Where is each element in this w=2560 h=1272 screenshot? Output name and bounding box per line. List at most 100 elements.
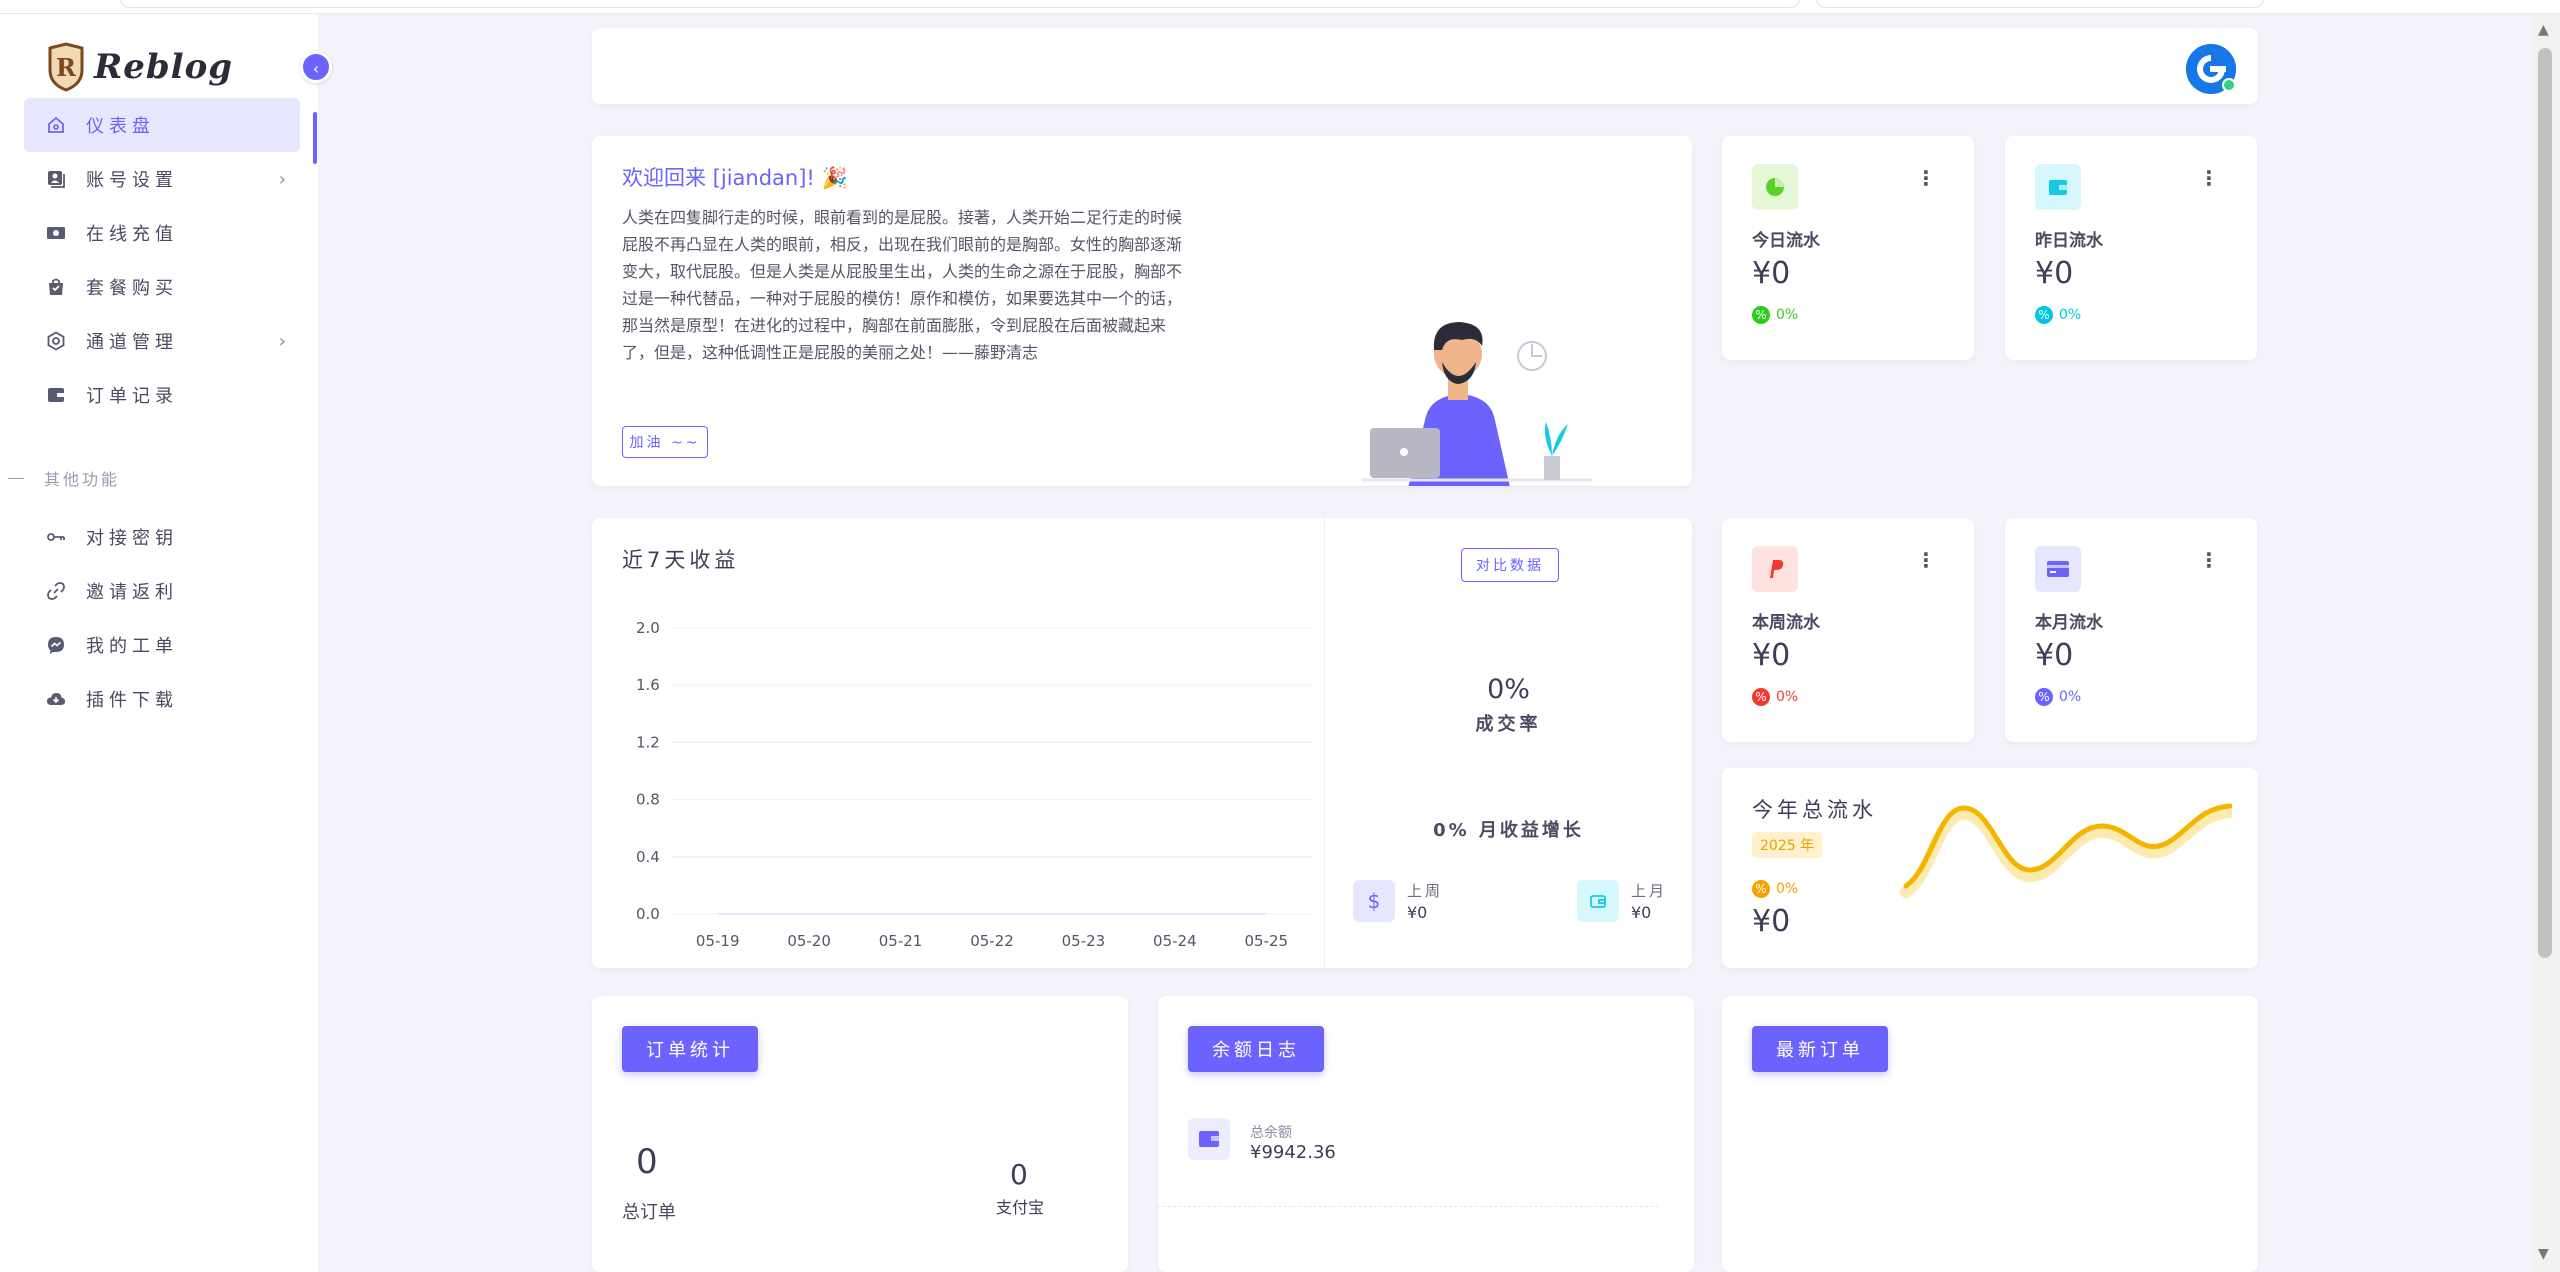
scroll-down-icon[interactable]: ▼ xyxy=(2538,1246,2549,1262)
pie-chart-icon xyxy=(1752,164,1798,210)
cloud-download-icon xyxy=(46,689,66,709)
balance-log-button[interactable]: 余额日志 xyxy=(1188,1026,1324,1072)
trend-value: 0% xyxy=(2059,689,2082,705)
sidebar-item-tickets[interactable]: 我的工单 xyxy=(24,618,300,672)
trend-badge-icon: % xyxy=(2035,688,2053,706)
stat-trend: % 0% xyxy=(2035,306,2081,324)
browser-top-strip xyxy=(0,0,2560,14)
latest-orders-button[interactable]: 最新订单 xyxy=(1752,1026,1888,1072)
messenger-icon xyxy=(46,635,66,655)
revenue-line-chart: 0.0 0.4 0.8 1.2 1.6 2.0 05-19 05-20 05-21 05-22 05… xyxy=(636,619,1312,950)
dollar-icon: $ xyxy=(1353,880,1395,922)
paypal-icon xyxy=(1752,546,1798,592)
yearly-title: 今年总流水 xyxy=(1752,798,1877,822)
wallet-icon xyxy=(1577,880,1619,922)
stat-label: 昨日流水 xyxy=(2035,231,2103,251)
top-search-bar[interactable] xyxy=(120,0,1800,8)
sidebar-item-api-key[interactable]: 对接密钥 xyxy=(24,510,300,564)
sidebar-item-dashboard[interactable]: 仪表盘 xyxy=(24,98,300,152)
home-icon xyxy=(46,115,66,135)
link-icon xyxy=(46,581,66,601)
last-week-summary: $ 上周 ¥0 xyxy=(1353,880,1443,922)
compare-data-button[interactable]: 对比数据 xyxy=(1461,548,1559,582)
account-icon xyxy=(46,169,66,189)
wallet-icon xyxy=(2035,164,2081,210)
welcome-card: 欢迎回来 [jiandan]! 🎉 人类在四隻脚行走的时候，眼前看到的是屁股。接… xyxy=(592,136,1692,486)
avatar[interactable] xyxy=(2186,44,2236,94)
sidebar-item-label: 对接密钥 xyxy=(86,528,178,549)
alipay-orders-value: 0 xyxy=(1010,1158,1028,1191)
last-week-label: 上周 xyxy=(1407,882,1444,900)
x-tick-label: 05-21 xyxy=(879,932,923,950)
logo-shield-icon: R xyxy=(48,42,84,92)
x-tick-label: 05-22 xyxy=(970,932,1014,950)
sidebar-item-label: 仪表盘 xyxy=(86,116,155,137)
sidebar-item-label: 账号设置 xyxy=(86,170,178,191)
conversion-rate-value: 0% xyxy=(1487,674,1530,705)
sidebar-item-label: 插件下载 xyxy=(86,690,178,711)
more-options-icon[interactable]: ⋮ xyxy=(2199,166,2219,190)
developer-illustration-icon xyxy=(1362,322,1592,486)
trend-badge-icon: % xyxy=(1752,880,1770,898)
trend-value: 0% xyxy=(2059,307,2082,323)
top-secondary-bar[interactable] xyxy=(1816,0,2264,8)
trend-value: 0% xyxy=(1776,881,1799,897)
yearly-sparkline xyxy=(1900,803,2232,898)
balance-divider xyxy=(1158,1206,1658,1207)
yearly-revenue-card: 今年总流水 2025 年 % 0% ¥0 xyxy=(1722,768,2258,968)
balance-log-card: 余额日志 总余额 ¥9942.36 xyxy=(1158,996,1694,1272)
brand-logo[interactable]: R Reblog xyxy=(46,42,233,92)
y-tick-label: 0.0 xyxy=(636,905,660,923)
stat-card-week: ⋮ 本周流水 ¥0 % 0% xyxy=(1722,518,1974,742)
chevron-left-icon: ‹ xyxy=(312,59,320,78)
section-title-text: 其他功能 xyxy=(44,470,121,489)
stat-trend: % 0% xyxy=(2035,688,2081,706)
more-options-icon[interactable]: ⋮ xyxy=(1916,166,1936,190)
sidebar-item-plugin-download[interactable]: 插件下载 xyxy=(24,672,300,726)
more-options-icon[interactable]: ⋮ xyxy=(2199,548,2219,572)
last-month-summary: 上月 ¥0 xyxy=(1577,880,1667,922)
chevron-right-icon: › xyxy=(278,331,286,352)
scroll-up-icon[interactable]: ▲ xyxy=(2538,22,2549,38)
money-icon xyxy=(46,223,66,243)
year-badge: 2025 年 xyxy=(1752,832,1823,858)
y-tick-label: 2.0 xyxy=(636,619,660,637)
sidebar-item-invite[interactable]: 邀请返利 xyxy=(24,564,300,618)
sidebar-section-title: 其他功能 xyxy=(8,466,120,490)
trend-badge-icon: % xyxy=(1752,688,1770,706)
total-balance-value: ¥9942.36 xyxy=(1250,1142,1336,1163)
brand-name: Reblog xyxy=(94,47,234,87)
svg-text:R: R xyxy=(56,53,77,82)
order-stats-button[interactable]: 订单统计 xyxy=(622,1026,758,1072)
stat-card-today: ⋮ 今日流水 ¥0 % 0% xyxy=(1722,136,1974,360)
y-tick-label: 0.4 xyxy=(636,848,660,866)
sidebar-item-label: 订单记录 xyxy=(86,386,178,407)
stat-trend: % 0% xyxy=(1752,688,1798,706)
welcome-title: 欢迎回来 [jiandan]! 🎉 xyxy=(622,166,848,190)
last-month-label: 上月 xyxy=(1631,882,1668,900)
last-month-value: ¥0 xyxy=(1631,903,1652,922)
trend-value: 0% xyxy=(1776,689,1799,705)
total-orders-label: 总订单 xyxy=(622,1202,676,1223)
sidebar-item-account-settings[interactable]: 账号设置 › xyxy=(24,152,300,206)
scrollbar-thumb[interactable] xyxy=(2538,48,2552,958)
stat-value: ¥0 xyxy=(2035,638,2074,673)
sidebar-item-recharge[interactable]: 在线充值 xyxy=(24,206,300,260)
sidebar-item-label: 我的工单 xyxy=(86,636,178,657)
sidebar-collapse-button[interactable]: ‹ xyxy=(300,51,332,83)
welcome-quote: 人类在四隻脚行走的时候，眼前看到的是屁股。接著，人类开始二足行走的时候屁股不再凸… xyxy=(622,208,1183,362)
sidebar-item-package[interactable]: 套餐购买 xyxy=(24,260,300,314)
revenue-summary: 对比数据 0% 成交率 0% 月收益增长 $ 上周 ¥0 上月 ¥0 xyxy=(1325,518,1692,968)
stat-card-yesterday: ⋮ 昨日流水 ¥0 % 0% xyxy=(2005,136,2257,360)
stat-card-month: ⋮ 本月流水 ¥0 % 0% xyxy=(2005,518,2257,742)
sidebar-item-label: 套餐购买 xyxy=(86,278,178,299)
total-orders-value: 0 xyxy=(636,1142,658,1182)
sidebar-item-orders[interactable]: 订单记录 xyxy=(24,368,300,422)
more-options-icon[interactable]: ⋮ xyxy=(1916,548,1936,572)
credit-card-icon xyxy=(2035,546,2081,592)
sidebar-nav-other: 对接密钥 邀请返利 我的工单 插件下载 xyxy=(24,510,300,726)
sidebar-item-channel[interactable]: 通道管理 › xyxy=(24,314,300,368)
cheer-button[interactable]: 加油 ~~ xyxy=(622,426,708,458)
active-indicator xyxy=(313,112,317,164)
stat-value: ¥0 xyxy=(1752,256,1791,291)
